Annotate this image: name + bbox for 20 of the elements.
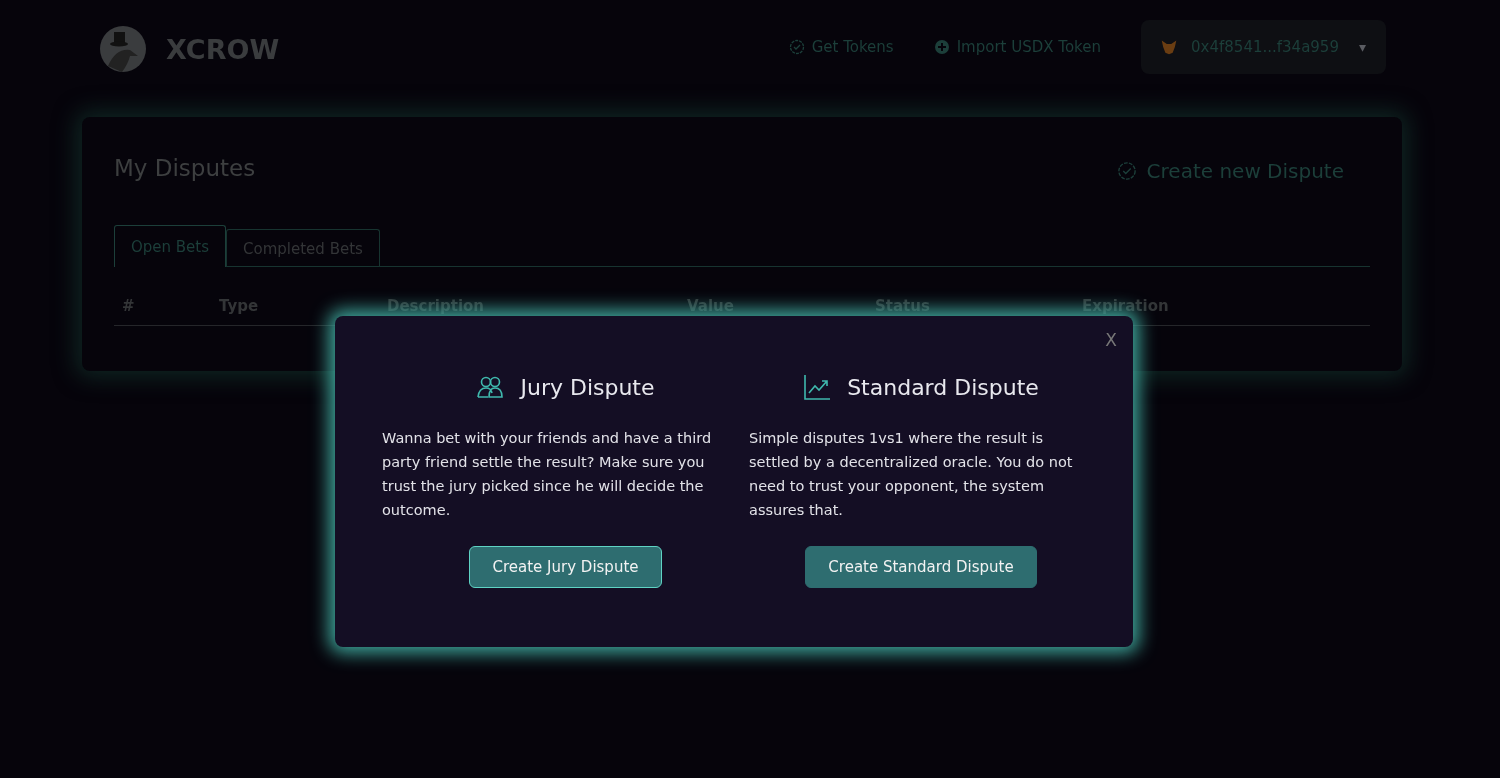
create-dispute-link[interactable]: Create new Dispute [1116,159,1344,183]
badge-check-icon [788,39,805,55]
tab[interactable]: Open Bets [114,225,227,267]
crow-logo-icon [100,26,146,72]
create-button[interactable]: Create Standard Dispute [805,546,1037,588]
brand-name: XCROW [166,33,280,65]
nav-link[interactable]: Get Tokens [788,38,894,56]
badge-check-icon [1116,161,1137,181]
option-description: Simple disputes 1vs1 where the result is settled by a decentralized oracle. You do not need to trust your opponent, the system assures that. [749,429,1074,520]
column-header: # [122,297,136,315]
people-icon [476,375,505,399]
create-button[interactable]: Create Jury Dispute [469,546,662,588]
nav-link[interactable]: Import USDX Token [933,38,1101,56]
close-button[interactable]: X [1105,330,1117,350]
option-description: Wanna bet with your friends and have a third party friend settle the result? Make sure you trust the jury picked since he will decide the outcome. [382,429,712,520]
chart-line-icon [803,373,832,401]
panel-title: My Disputes [114,155,256,181]
plus-circle-icon [933,39,950,55]
option-title: Standard Dispute [847,374,1039,400]
option-title: Jury Dispute [520,374,655,400]
